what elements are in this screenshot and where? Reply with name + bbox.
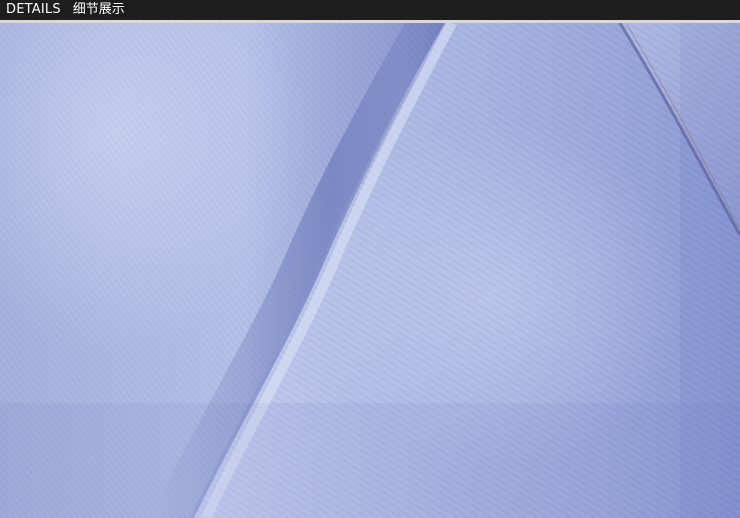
fabric-photo [0,23,740,518]
section-title-en: DETAILS [6,2,61,17]
fabric-detail-image [0,23,740,518]
section-title: DETAILS 细节展示 [0,0,125,20]
section-header: DETAILS 细节展示 [0,0,740,20]
section-title-zh: 细节展示 [72,2,125,17]
page: DETAILS 细节展示 [0,0,740,518]
